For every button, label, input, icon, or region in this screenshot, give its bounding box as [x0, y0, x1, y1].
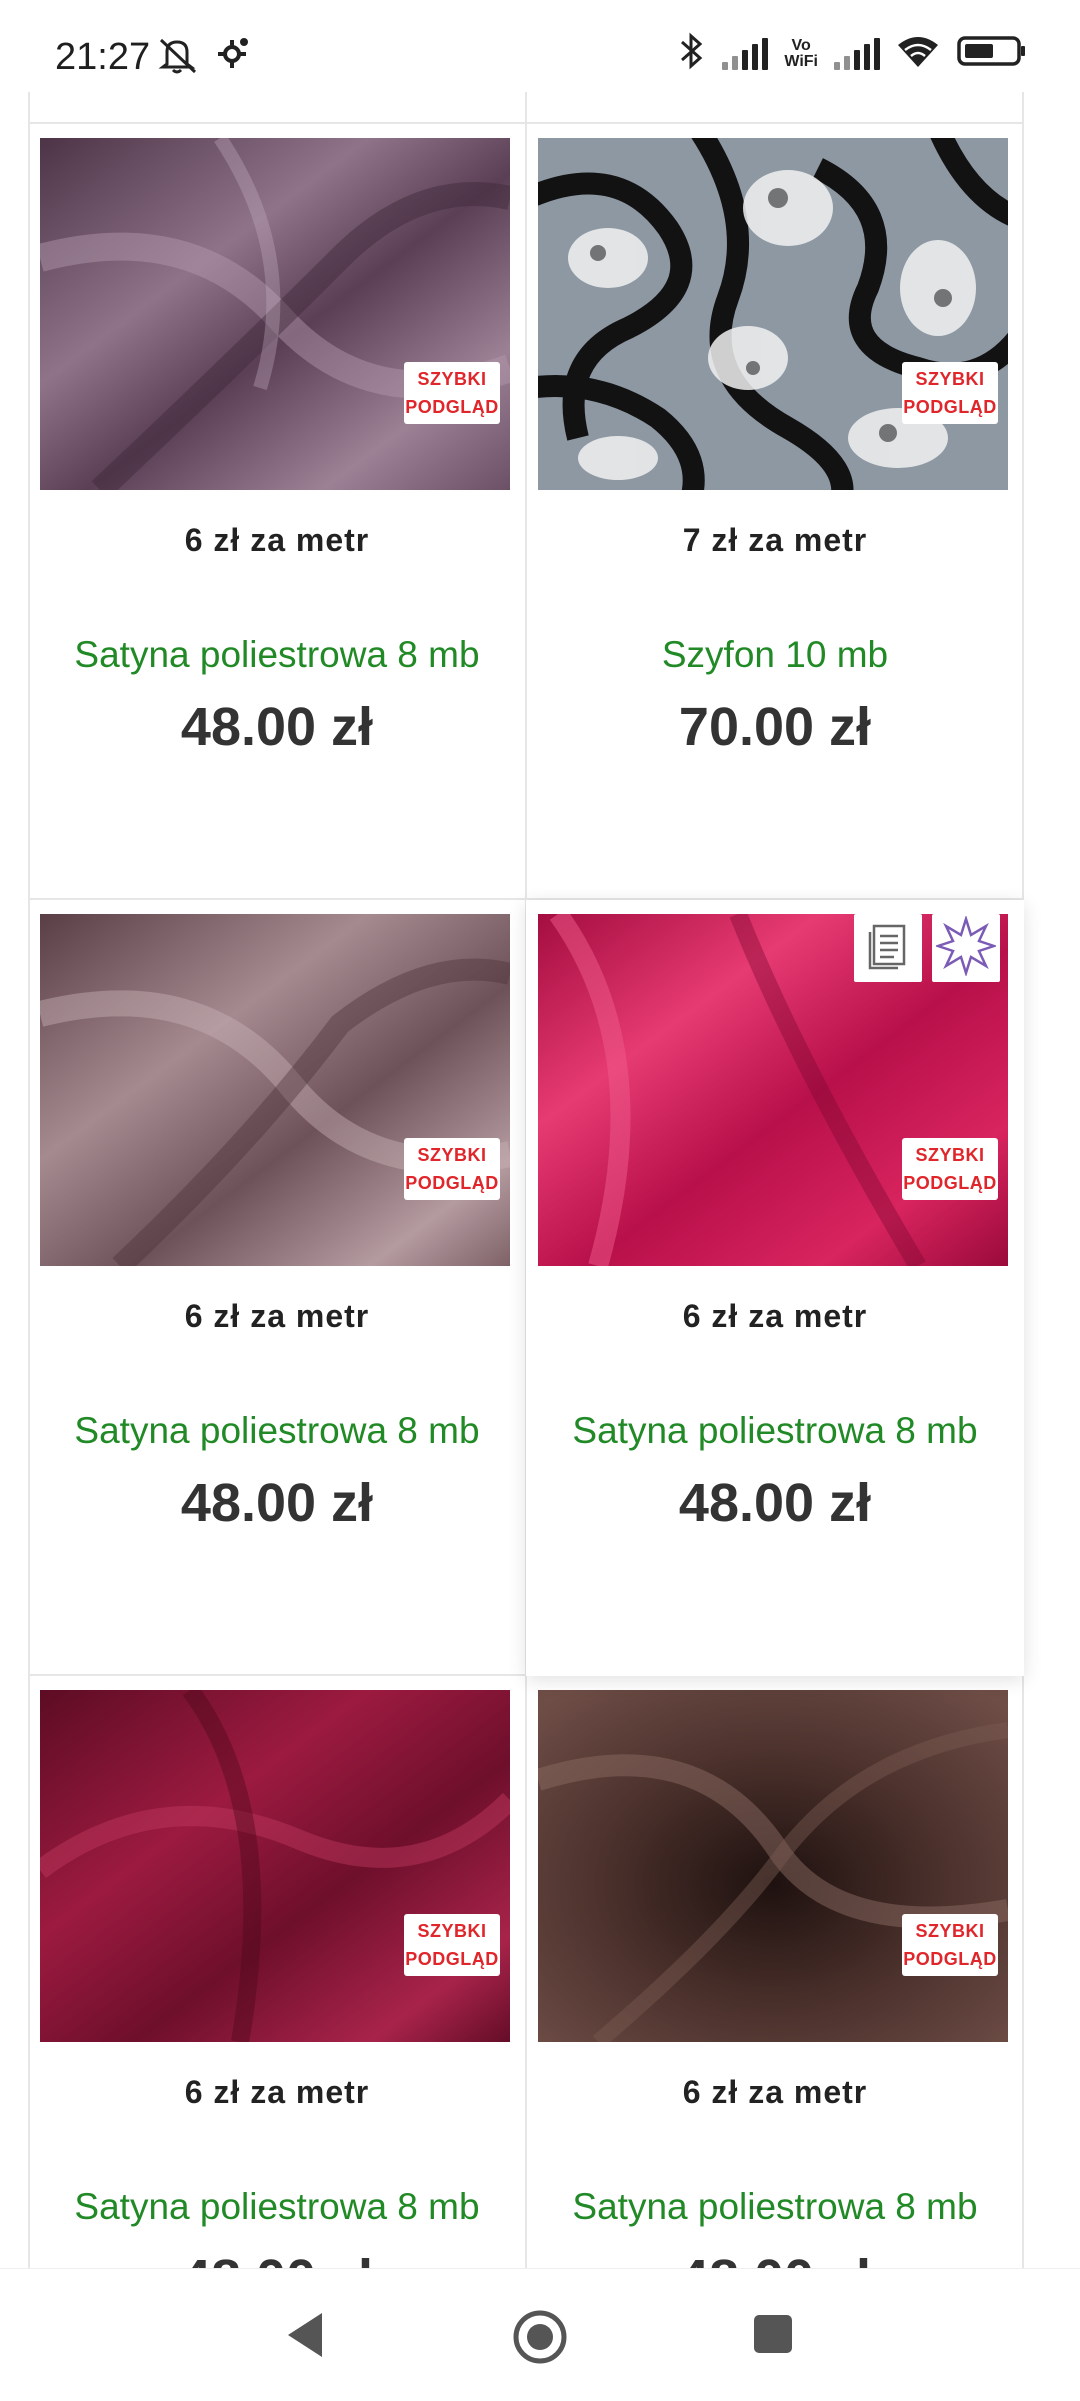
product-grid: SZYBKI PODGLĄD 6 zł za metr Satyna polies… — [28, 92, 1024, 2268]
product-price: 48.00 zł — [526, 2248, 1024, 2268]
product-name[interactable]: Satyna poliestrowa 8 mb — [526, 2186, 1024, 2228]
new-badge-button[interactable] — [932, 914, 1000, 982]
product-grid-viewport: SZYBKI PODGLĄD 6 zł za metr Satyna polies… — [0, 92, 1080, 2268]
product-card[interactable]: SZYBKI PODGLĄD 6 zł za metr Satyna polies… — [28, 1676, 526, 2268]
quick-view-badge[interactable]: SZYBKI PODGLĄD — [902, 362, 998, 424]
unit-price: 6 zł za metr — [682, 1298, 868, 1334]
home-button[interactable] — [510, 2307, 570, 2372]
bluetooth-icon — [678, 32, 706, 75]
product-price: 48.00 zł — [678, 1473, 872, 1533]
product-image[interactable]: SZYBKI PODGLĄD — [538, 1690, 1008, 2042]
vowifi-icon: Vo WiFi — [784, 36, 818, 70]
unit-price: 7 zł za metr — [682, 522, 868, 558]
wifi-icon — [896, 33, 940, 74]
starburst-icon — [934, 914, 998, 981]
status-time: 21:27 — [55, 36, 151, 78]
quick-view-badge[interactable]: SZYBKI PODGLĄD — [404, 1914, 500, 1976]
product-price: 48.00 zł — [28, 2248, 526, 2268]
system-navigation-bar — [0, 2268, 1080, 2401]
back-icon — [282, 2313, 330, 2365]
product-name[interactable]: Satyna poliestrowa 8 mb — [526, 1410, 1024, 1452]
home-icon — [510, 2310, 570, 2371]
product-name[interactable]: Satyna poliestrowa 8 mb — [28, 2186, 526, 2228]
product-image[interactable]: SZYBKI PODGLĄD — [40, 138, 510, 490]
product-card[interactable]: SZYBKI PODGLĄD 6 zł za metr Satyna polie… — [526, 900, 1024, 1676]
quick-view-badge[interactable]: SZYBKI PODGLĄD — [404, 362, 500, 424]
back-button[interactable] — [282, 2309, 330, 2366]
product-card[interactable]: SZYBKI PODGLĄD 6 zł za metr Satyna polies… — [28, 124, 526, 900]
product-image[interactable]: SZYBKI PODGLĄD — [538, 138, 1008, 490]
product-card[interactable]: SZYBKI PODGLĄD 7 zł za metr Szyfon 10 mb … — [526, 124, 1024, 900]
quick-view-badge[interactable]: SZYBKI PODGLĄD — [902, 1914, 998, 1976]
product-name[interactable]: Szyfon 10 mb — [526, 634, 1024, 676]
recents-button[interactable] — [752, 2313, 794, 2360]
status-bar: 21:27 Vo WiFi — [0, 0, 1080, 92]
unit-price: 6 zł za metr — [184, 2074, 370, 2110]
unit-price: 6 zł za metr — [184, 1298, 370, 1334]
quick-view-badge[interactable]: SZYBKI PODGLĄD — [404, 1138, 500, 1200]
product-image[interactable]: SZYBKI PODGLĄD — [40, 914, 510, 1266]
product-card[interactable]: SZYBKI PODGLĄD 6 zł za metr Satyna polies… — [526, 1676, 1024, 2268]
product-name[interactable]: Satyna poliestrowa 8 mb — [28, 634, 526, 676]
signal-icon — [722, 37, 769, 70]
product-card[interactable]: SZYBKI PODGLĄD 6 zł za metr Satyna polies… — [28, 900, 526, 1676]
document-list-icon — [866, 922, 910, 975]
product-image[interactable]: SZYBKI PODGLĄD — [40, 1690, 510, 2042]
alarm-settings-icon — [215, 37, 249, 76]
compare-list-button[interactable] — [854, 914, 922, 982]
product-price: 48.00 zł — [180, 1473, 374, 1533]
product-price: 48.00 zł — [180, 697, 374, 757]
battery-icon — [956, 34, 1028, 73]
unit-price: 6 zł za metr — [184, 522, 370, 558]
signal-icon — [834, 37, 880, 70]
product-price: 70.00 zł — [678, 697, 872, 757]
quick-view-badge[interactable]: SZYBKI PODGLĄD — [902, 1138, 998, 1200]
product-name[interactable]: Satyna poliestrowa 8 mb — [28, 1410, 526, 1452]
recents-icon — [752, 2315, 794, 2359]
unit-price: 6 zł za metr — [682, 2074, 868, 2110]
muted-notification-icon — [155, 34, 201, 79]
